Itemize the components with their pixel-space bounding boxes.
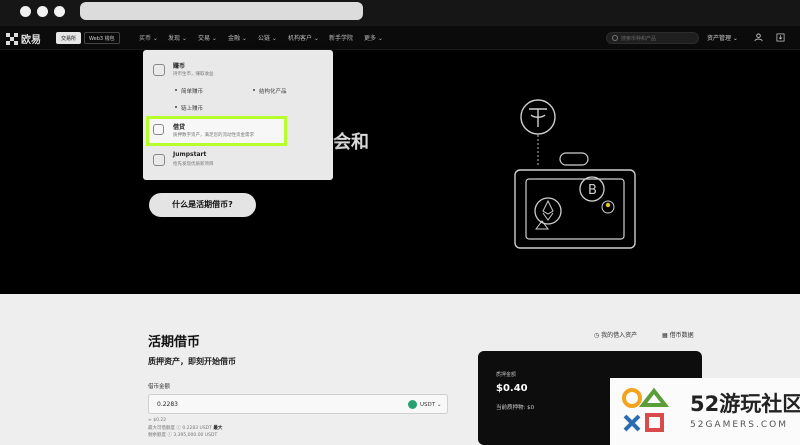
brand-logo[interactable]: 欧易	[6, 31, 41, 46]
screenshot: 欧易 交易所 Web3 钱包 买币 ⌄ 发现 ⌄ 交易 ⌄ 金融 ⌄ 公链 ⌄ …	[0, 0, 800, 445]
nav-item-more[interactable]: 更多 ⌄	[364, 33, 383, 42]
search-input[interactable]: 搜索币种和产品	[606, 32, 699, 44]
watermark-url: 52GAMERS.COM	[690, 420, 788, 430]
menu-item-jumpstart[interactable]: Jumpstart	[173, 151, 206, 158]
user-icon[interactable]	[754, 33, 763, 42]
borrow-amount-input[interactable]: 0.2283 USDT ⌄	[148, 394, 448, 414]
collateral-value: $0.40	[496, 383, 528, 394]
max-borrowable: 最大可借额度 ⓘ 0.2283 USDT 最大	[148, 426, 223, 431]
watermark-title: 52游玩社区	[690, 392, 800, 416]
section-title: 活期借币	[148, 335, 201, 350]
nav-item-buy[interactable]: 买币 ⌄	[139, 33, 158, 42]
jumpstart-icon	[153, 154, 165, 166]
what-is-flexible-loan-button[interactable]: 什么是活期借币?	[149, 193, 256, 217]
usd-equivalent: ≈ $0.22	[148, 418, 167, 423]
watermark: 52游玩社区 52GAMERS.COM	[610, 378, 800, 445]
tab-exchange[interactable]: 交易所	[56, 32, 82, 44]
loan-icon	[153, 124, 164, 135]
download-icon[interactable]	[776, 33, 785, 42]
nav-item-institutional[interactable]: 机构客户 ⌄	[288, 33, 319, 42]
top-nav: 欧易 交易所 Web3 钱包 买币 ⌄ 发现 ⌄ 交易 ⌄ 金融 ⌄ 公链 ⌄ …	[0, 26, 800, 50]
menu-item-earn[interactable]: 赚币	[173, 61, 185, 70]
search-placeholder: 搜索币种和产品	[621, 36, 657, 42]
address-bar[interactable]	[80, 2, 363, 20]
svg-text:B: B	[588, 183, 597, 198]
brand-name: 欧易	[21, 35, 41, 46]
submenu-simple-earn[interactable]: 简单赚币	[174, 87, 203, 95]
finance-dropdown-menu: 赚币 持币生币，赚取收益 简单赚币 链上赚币 结构化产品 Jumpstart 抢…	[143, 50, 333, 180]
window-dot-minimize[interactable]	[37, 6, 48, 17]
nav-item-discover[interactable]: 发现 ⌄	[168, 33, 187, 42]
menu-item-loan-highlighted[interactable]: 借贷 质押数字资产，满足您的流动性资金需求	[146, 116, 287, 146]
nav-item-chain[interactable]: 公链 ⌄	[258, 33, 277, 42]
loan-data-link[interactable]: ▦ 借币数据	[662, 330, 694, 339]
browser-chrome	[0, 0, 800, 26]
search-icon	[612, 35, 618, 41]
nav-item-finance[interactable]: 金融 ⌄	[228, 33, 247, 42]
menu-item-loan-desc: 质押数字资产，满足您的流动性资金需求	[173, 133, 254, 138]
nav-item-trade[interactable]: 交易 ⌄	[198, 33, 217, 42]
okx-logo-icon	[6, 32, 18, 45]
menu-item-loan: 借贷	[173, 124, 186, 131]
52gamers-logo-icon	[622, 387, 670, 432]
nav-item-academy[interactable]: 新手学院	[329, 33, 353, 42]
submenu-onchain-earn[interactable]: 链上赚币	[174, 104, 203, 112]
my-borrowed-assets-link[interactable]: ◷ 我的借入资产	[594, 330, 637, 339]
window-dot-close[interactable]	[20, 6, 31, 17]
borrow-amount-label: 借币金额	[148, 384, 171, 390]
window-dot-maximize[interactable]	[54, 6, 65, 17]
menu-item-earn-desc: 持币生币，赚取收益	[173, 72, 214, 77]
asset-management-menu[interactable]: 资产管理 ⌄	[707, 33, 738, 42]
borrow-amount-value: 0.2283	[157, 401, 178, 408]
hero-title: 会和	[333, 132, 369, 153]
collateral-label: 质押金额	[496, 372, 517, 378]
vault-illustration: B	[514, 99, 636, 249]
earn-icon	[153, 64, 165, 76]
menu-item-jumpstart-desc: 抢先发现优质新项目	[173, 162, 214, 167]
remaining-quota: 剩余额度 ⓘ 3,395,000.00 USDT	[148, 433, 218, 438]
hero-section: 会和 什么是活期借币? B	[0, 50, 800, 294]
submenu-structured-products[interactable]: 结构化产品	[253, 87, 287, 95]
currency-select[interactable]: USDT ⌄	[420, 402, 441, 408]
tab-web3-wallet[interactable]: Web3 钱包	[84, 32, 120, 44]
current-collateral: 当前质押物: $0	[496, 405, 535, 411]
section-subtitle: 质押资产，即刻开始借币	[148, 357, 236, 366]
usdt-icon	[408, 400, 417, 409]
